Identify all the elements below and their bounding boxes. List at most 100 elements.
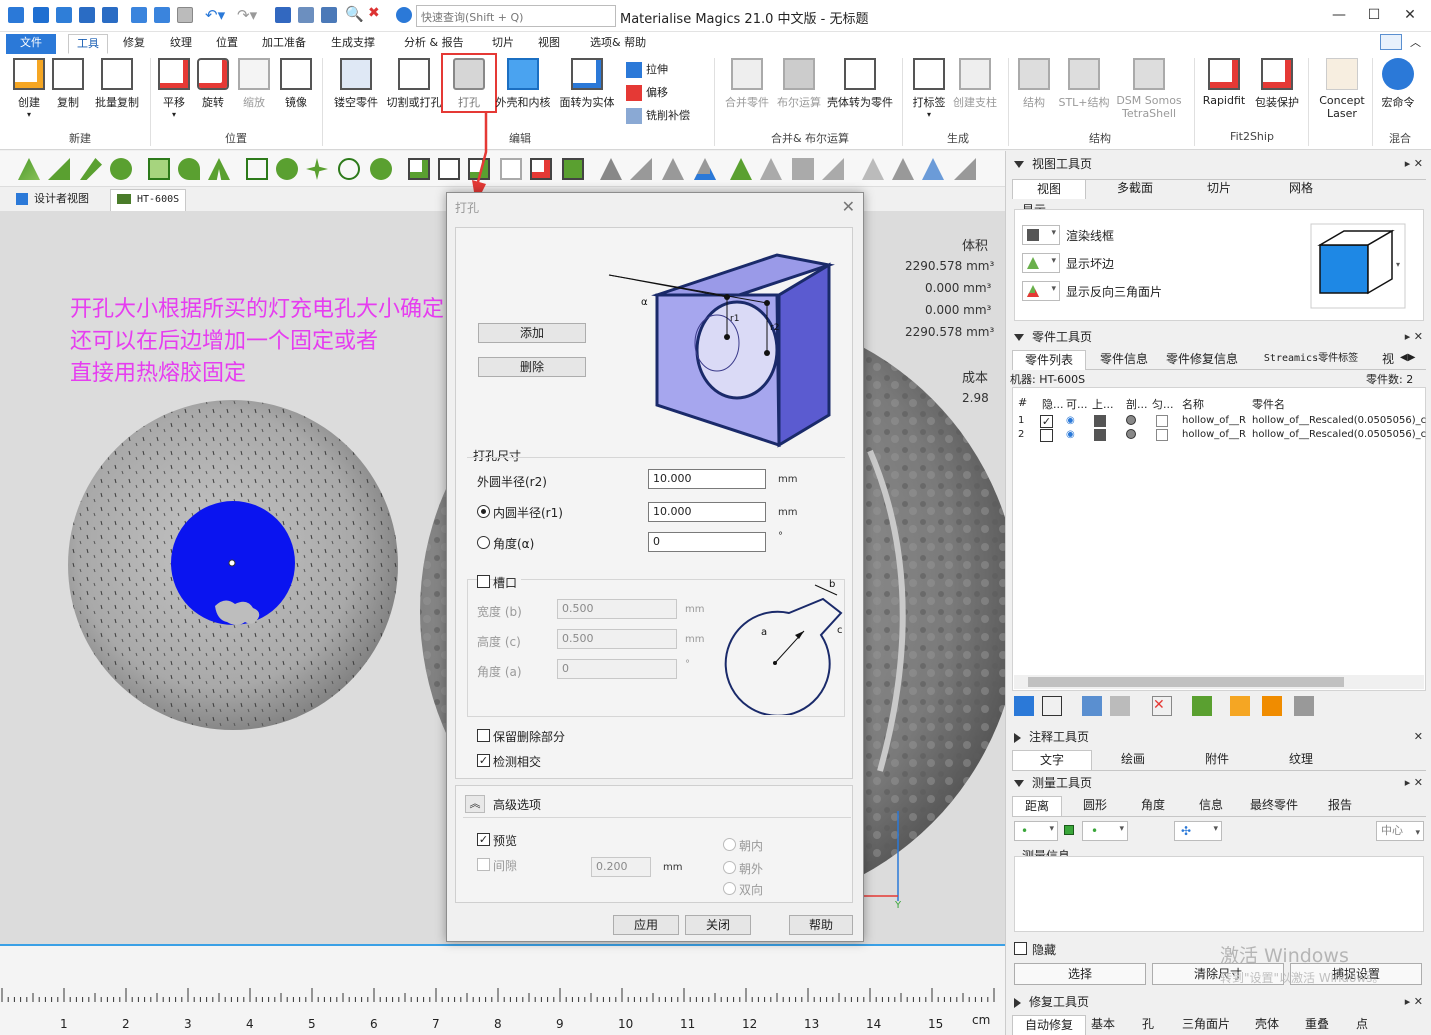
repair-toolbar-header[interactable]: 修复工具页 [1014,993,1089,1011]
close-window-button[interactable]: ✕ [1395,4,1425,26]
outer-radius-input[interactable]: 10.000 [648,469,766,489]
slot-checkbox[interactable] [477,575,490,588]
close-part-icon[interactable] [177,7,193,23]
table-row[interactable]: 2 ◉ hollow_of__R hollow_of__Rescaled(0.0… [1018,429,1426,443]
part-select-icon[interactable] [408,158,430,180]
mark-blue-icon[interactable] [694,158,716,180]
unzoom-icon[interactable]: ✖ [368,5,380,21]
visible-eye-icon[interactable]: ◉ [1066,415,1075,426]
tab-text[interactable]: 文字 [1012,750,1092,770]
inward-radio[interactable] [723,838,736,851]
menu-slice[interactable]: 切片 [484,34,522,54]
height-input[interactable]: 0.500 [557,629,677,649]
save-as-icon[interactable] [102,7,118,23]
outward-radio[interactable] [723,861,736,874]
part-remove-icon[interactable] [530,158,552,180]
annotation-toolbar-close-icon[interactable]: ✕ [1414,730,1423,743]
part-color-icon[interactable] [1094,415,1106,427]
tab-streamics[interactable]: Streamics零件标签 [1256,350,1366,370]
part-toolbar-close-icon[interactable]: ▸ ✕ [1405,330,1423,343]
part-group-icon[interactable] [1082,696,1102,716]
add-to-platform-icon[interactable] [1230,696,1250,716]
menu-texture[interactable]: 纹理 [162,34,200,54]
snap-mode-dropdown[interactable]: ✣ [1174,821,1222,841]
box-select-icon[interactable] [148,158,170,180]
milling-comp-button[interactable]: 铣削补偿 [626,106,690,126]
menu-build-prep[interactable]: 加工准备 [254,34,314,54]
brush-select-icon[interactable] [208,158,230,180]
tab-more[interactable]: 视 [1380,350,1396,370]
part-color-group-icon[interactable] [1192,696,1212,716]
tab-angle[interactable]: 角度 [1126,796,1180,816]
remove-part-icon[interactable]: ✕ [1152,696,1172,716]
macro-button[interactable]: 宏命令 [1376,58,1420,110]
part-toolbar-header[interactable]: 零件工具页 [1014,328,1092,346]
mirror-button[interactable]: 镜像 [274,58,318,110]
label-button[interactable]: 打标签 ▾ [907,58,951,119]
menu-support[interactable]: 生成支撑 [323,34,383,54]
tab-points[interactable]: 点 [1352,1015,1372,1035]
extrude-button[interactable]: 拉伸 [626,60,668,80]
minimize-button[interactable]: — [1324,4,1354,26]
part-1-hide-checkbox[interactable]: ✓ [1040,415,1053,428]
horizontal-scrollbar[interactable] [1014,675,1424,689]
new-file-icon[interactable] [33,7,49,23]
concept-laser-button[interactable]: Concept Laser [1314,58,1370,120]
tab-scroll-arrows[interactable]: ◀▶ [1400,352,1415,363]
offset-button[interactable]: 偏移 [626,83,668,103]
tab-auto-repair[interactable]: 自动修复 [1012,1015,1086,1035]
preview-checkbox[interactable]: ✓ [477,833,490,846]
part-select-all-icon[interactable] [562,158,584,180]
quick-search-input[interactable]: 快速查询(Shift + Q) [416,5,616,27]
width-input[interactable]: 0.500 [557,599,677,619]
visible-eye-icon[interactable]: ◉ [1066,429,1075,440]
box-icon[interactable] [1156,415,1168,427]
tab-distance[interactable]: 距离 [1012,796,1062,816]
merge-parts-button[interactable]: 合并零件 [722,58,772,110]
shell-to-part-button[interactable]: 壳体转为零件 [826,58,894,110]
detect-intersect-checkbox[interactable]: ✓ [477,754,490,767]
mark-copy-icon[interactable] [792,158,814,180]
tab-part-list[interactable]: 零件列表 [1012,350,1086,370]
package-protect-button[interactable]: 包装保护 [1252,58,1302,110]
render-wireframe-dropdown[interactable] [1022,225,1060,245]
annotation-toolbar-header[interactable]: 注释工具页 [1014,728,1089,746]
undo-icon[interactable]: ↶▾ [205,6,225,24]
gap-input[interactable]: 0.200 [591,857,651,877]
structure-button[interactable]: 结构 [1012,58,1056,110]
angle-input[interactable]: 0 [648,532,766,552]
keep-deleted-checkbox[interactable] [477,729,490,742]
rapidfit-button[interactable]: Rapidfit [1200,58,1248,107]
deselect-icon[interactable] [370,158,392,180]
mark-grey-icon[interactable] [662,158,684,180]
machine-settings-icon[interactable] [1294,696,1314,716]
hide-checkbox[interactable] [1014,942,1027,955]
move-to-platform-icon[interactable] [1262,696,1282,716]
cut-punch-button[interactable]: 切割或打孔 [385,58,443,110]
bad-edges-dropdown[interactable] [1022,253,1060,273]
angle-radio[interactable] [477,536,490,549]
repair-toolbar-close-icon[interactable]: ▸ ✕ [1405,995,1423,1008]
tab-view[interactable]: 视图 [1012,179,1086,199]
point-type-dropdown[interactable]: • [1014,821,1058,841]
tab-part-info[interactable]: 零件信息 [1088,350,1160,370]
select-button[interactable]: 选择 [1014,963,1146,985]
tab-overlap[interactable]: 重叠 [1302,1015,1332,1035]
tab-machine[interactable]: HT-600S [110,189,187,211]
boolean-button[interactable]: 布尔运算 [774,58,824,110]
point-type-dropdown-2[interactable]: • [1082,821,1128,841]
flipped-triangles-dropdown[interactable] [1022,281,1060,301]
mark-plane-icon[interactable] [822,158,844,180]
redo-icon[interactable]: ↷▾ [237,6,257,24]
view-toolbar-close-icon[interactable]: ▸ ✕ [1405,157,1423,170]
center-dropdown[interactable]: 中心 [1376,821,1424,842]
export-icon[interactable] [154,7,170,23]
close-button[interactable]: 关闭 [685,915,751,935]
plane-select-icon[interactable] [48,158,70,180]
dialog-close-icon[interactable]: ✕ [842,197,855,216]
tab-part-fix-info[interactable]: 零件修复信息 [1162,350,1242,370]
translate-button[interactable]: 平移 ▾ [152,58,196,119]
face-to-solid-button[interactable]: 面转为实体 [556,58,618,110]
batch-copy-button[interactable]: 批量复制 [92,58,142,110]
save-icon[interactable] [79,7,95,23]
